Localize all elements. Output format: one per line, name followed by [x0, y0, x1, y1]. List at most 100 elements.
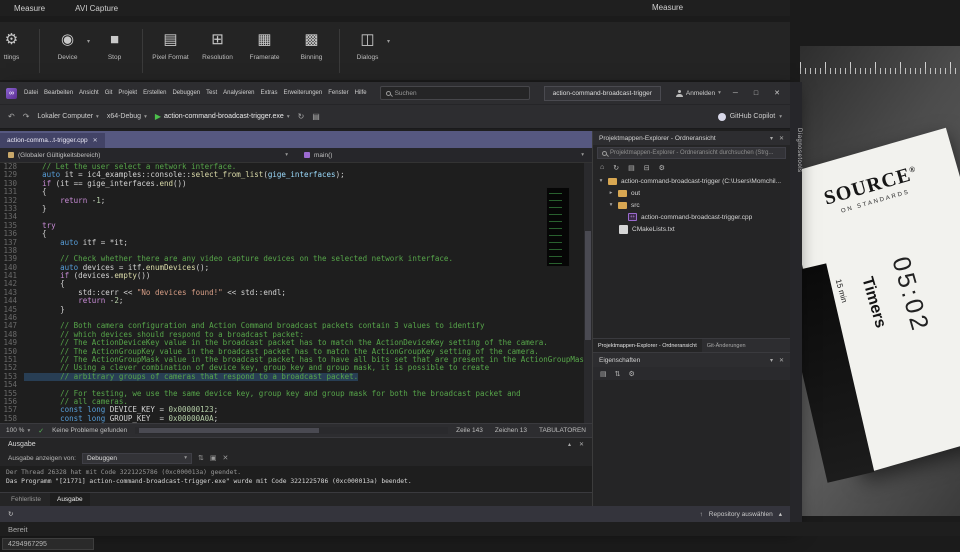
repository-selector[interactable]: ↑ Repository auswählen ▴ [700, 510, 782, 518]
close-button[interactable]: ✕ [770, 89, 784, 97]
chevron-down-icon[interactable]: ▾ [770, 357, 773, 364]
code-line[interactable]: 145 } [0, 306, 592, 314]
undo-icon[interactable]: ↶ [8, 112, 15, 121]
solution-explorer-title[interactable]: Projektmappen-Explorer - Ordneransicht ▾… [593, 131, 790, 145]
sort-icon[interactable]: ⇅ [615, 370, 621, 378]
run-button[interactable]: ▶ action-command-broadcast-trigger.exe ▾ [155, 112, 290, 121]
grid-icon[interactable]: ▤ [600, 370, 607, 378]
menu-extras[interactable]: Extras [258, 90, 281, 96]
redo-icon[interactable]: ↷ [23, 112, 30, 121]
code-editor[interactable]: 128 // Let the user select a network int… [0, 163, 592, 423]
code-line[interactable]: 137 auto itf = *it; [0, 239, 592, 247]
document-tab[interactable]: action-comma...t-trigger.cpp ✕ [0, 133, 105, 148]
grid-icon[interactable]: ▤ [312, 112, 320, 121]
code-line[interactable]: 134 [0, 213, 592, 221]
code-line[interactable]: 133 } [0, 205, 592, 213]
tree-item[interactable]: ▸out [593, 187, 790, 199]
tab-git-aenderungen[interactable]: Git-Änderungen [702, 339, 751, 352]
close-panel-icon[interactable]: ✕ [579, 441, 584, 448]
tree-expander-icon[interactable]: ▸ [608, 190, 614, 196]
menu-hilfe[interactable]: Hilfe [352, 90, 370, 96]
menu-projekt[interactable]: Projekt [115, 90, 140, 96]
code-line[interactable]: 144 return -2; [0, 297, 592, 305]
toolbar-button-framerate[interactable]: ▦Framerate [241, 29, 288, 61]
tab-projektmappen-explorer[interactable]: Projektmappen-Explorer - Ordneransicht [593, 339, 702, 352]
menu-bearbeiten[interactable]: Bearbeiten [41, 90, 76, 96]
tree-item[interactable]: ▾action-command-broadcast-trigger (C:\Us… [593, 175, 790, 187]
home-icon[interactable]: ⌂ [600, 164, 604, 171]
maximize-button[interactable]: □ [750, 90, 762, 97]
solution-explorer-search[interactable]: Projektmappen-Explorer - Ordneransicht d… [597, 147, 786, 159]
menu-erweiterungen[interactable]: Erweiterungen [281, 90, 326, 96]
tab-fehlerliste[interactable]: Fehlerliste [4, 493, 48, 506]
gear-icon[interactable]: ⚙ [659, 164, 665, 172]
close-icon[interactable]: ✕ [222, 454, 228, 462]
chevron-up-icon[interactable]: ▴ [568, 441, 571, 448]
sign-in-button[interactable]: Anmelden ▾ [676, 90, 721, 97]
code-line[interactable]: 153 // arbitrary groups of cameras that … [0, 373, 592, 381]
tree-item[interactable]: ▾src [593, 199, 790, 211]
collapse-all-icon[interactable]: ⊟ [644, 164, 650, 172]
output-source-dropdown[interactable]: Debuggen ▾ [82, 453, 192, 464]
tree-expander-icon[interactable]: ▾ [608, 202, 614, 208]
configuration-dropdown[interactable]: x64-Debug ▾ [107, 113, 147, 120]
line-indicator[interactable]: Zeile 143 [456, 427, 483, 434]
refresh-icon[interactable]: ↻ [613, 164, 619, 172]
toolbar-button-settings[interactable]: ⚙ttings [0, 29, 35, 61]
menu-git[interactable]: Git [102, 90, 116, 96]
scope-dropdown[interactable]: (Globaler Gültigkeitsbereich) ▾ [0, 148, 296, 162]
tree-item[interactable]: CMakeLists.txt [593, 223, 790, 235]
tab-diagnosetools[interactable]: Diagnosetools [791, 128, 802, 198]
solution-name-box[interactable]: action-command-broadcast-trigger [544, 86, 661, 101]
menu-test[interactable]: Test [203, 90, 220, 96]
minimize-button[interactable]: ─ [729, 90, 742, 97]
code-line[interactable]: 132 return -1; [0, 197, 592, 205]
menu-debuggen[interactable]: Debuggen [169, 90, 203, 96]
menu-datei[interactable]: Datei [21, 90, 41, 96]
menu-erstellen[interactable]: Erstellen [140, 90, 169, 96]
vs-search-box[interactable]: Suchen [380, 86, 530, 100]
zoom-dropdown[interactable]: 100 % ▾ [6, 427, 30, 434]
close-panel-icon[interactable]: ✕ [779, 357, 784, 364]
problems-status[interactable]: Keine Probleme gefunden [52, 427, 127, 434]
tree-expander-icon[interactable]: ▾ [598, 178, 604, 184]
github-copilot-button[interactable]: GitHub Copilot ▾ [718, 113, 782, 121]
properties-title[interactable]: Eigenschaften ▾ ✕ [593, 353, 790, 367]
scrollbar-thumb[interactable] [585, 231, 591, 340]
toolbar-button-stop[interactable]: ■Stop [91, 29, 138, 61]
toolbar-button-resolution[interactable]: ⊞Resolution [194, 29, 241, 61]
member-dropdown[interactable]: main() ▾ [296, 148, 592, 162]
scrollbar-thumb[interactable] [139, 428, 319, 433]
menu-analysieren[interactable]: Analysieren [220, 90, 257, 96]
code-line[interactable]: 158 const long GROUP_KEY = 0x00000A0A; [0, 415, 592, 423]
sync-icon[interactable]: ⇅ [198, 454, 204, 462]
vs-titlebar[interactable]: ∞ DateiBearbeitenAnsichtGitProjektErstel… [0, 82, 790, 104]
output-panel-header[interactable]: Ausgabe ▴ ✕ [0, 437, 592, 450]
menu-avi-capture[interactable]: AVI Capture [75, 4, 118, 13]
target-dropdown[interactable]: Lokaler Computer ▾ [37, 113, 98, 120]
toolbar-button-dialogs[interactable]: ◫Dialogs▾ [344, 29, 391, 61]
output-lines[interactable]: Der Thread 26328 hat mit Code 3221225786… [0, 466, 592, 492]
tab-ausgabe[interactable]: Ausgabe [50, 493, 90, 506]
grid-icon[interactable]: ▤ [628, 164, 635, 172]
menu-measure[interactable]: Measure [14, 4, 45, 13]
tree-item[interactable]: ++action-command-broadcast-trigger.cpp [593, 211, 790, 223]
refresh-icon[interactable]: ↻ [8, 510, 13, 518]
toolbar-button-binning[interactable]: ▩Binning [288, 29, 335, 61]
chevron-down-icon[interactable]: ▾ [770, 135, 773, 142]
menu-measure-right[interactable]: Measure [652, 3, 683, 12]
tabs-indicator[interactable]: TABULATOREN [539, 427, 586, 434]
toolbar-button-device[interactable]: ◉Device▾ [44, 29, 91, 61]
menu-ansicht[interactable]: Ansicht [76, 90, 102, 96]
editor-horizontal-scrollbar[interactable] [135, 427, 448, 434]
code-line[interactable]: 130 if (it == gige_interfaces.end()) [0, 180, 592, 188]
toolbar-button-pixel-format[interactable]: ▤Pixel Format [147, 29, 194, 61]
char-indicator[interactable]: Zeichen 13 [495, 427, 527, 434]
close-tab-icon[interactable]: ✕ [93, 137, 98, 144]
refresh-icon[interactable]: ↻ [298, 112, 305, 121]
code-line[interactable]: 141 if (devices.empty()) [0, 272, 592, 280]
menu-fenster[interactable]: Fenster [325, 90, 351, 96]
code-line[interactable]: 135 try [0, 222, 592, 230]
editor-vertical-scrollbar[interactable] [584, 163, 592, 423]
gear-icon[interactable]: ⚙ [629, 370, 635, 378]
